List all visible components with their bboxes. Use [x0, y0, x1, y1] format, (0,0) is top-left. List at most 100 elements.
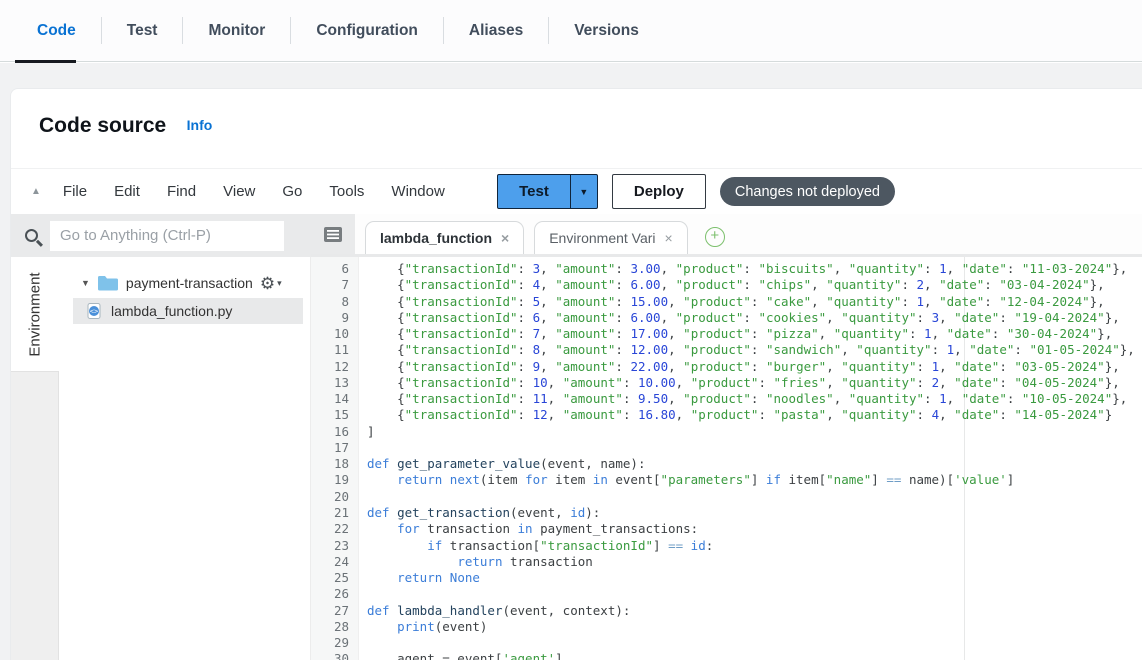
menu-edit[interactable]: Edit [114, 183, 140, 200]
python-file-icon: <> [87, 303, 102, 319]
code-line: 28 print(event) [311, 619, 1142, 635]
code-line: 13 {"transactionId": 10, "amount": 10.00… [311, 375, 1142, 391]
line-content: return next(item for item in event["para… [359, 472, 1014, 488]
code-line: 29 [311, 635, 1142, 651]
workspace: Environment ▼ payment-transaction ⚙ ▾ [11, 257, 1142, 660]
line-content: {"transactionId": 6, "amount": 6.00, "pr… [359, 310, 1120, 326]
line-content [359, 440, 367, 456]
code-line: 14 {"transactionId": 11, "amount": 9.50,… [311, 391, 1142, 407]
gear-icon: ⚙ [260, 275, 275, 292]
line-content: {"transactionId": 8, "amount": 12.00, "p… [359, 342, 1135, 358]
line-content: if transaction["transactionId"] == id: [359, 538, 713, 554]
environment-tab-label: Environment [27, 272, 44, 356]
menu-file[interactable]: File [63, 183, 87, 200]
nav-tab-code[interactable]: Code [12, 0, 101, 62]
menu-view[interactable]: View [223, 183, 255, 200]
line-number: 25 [311, 570, 359, 586]
line-content [359, 635, 367, 651]
line-number: 13 [311, 375, 359, 391]
line-content: {"transactionId": 9, "amount": 22.00, "p… [359, 359, 1120, 375]
menu-bar: File Edit Find View Go Tools Window [63, 183, 445, 200]
folder-name: payment-transaction [126, 275, 258, 291]
line-number: 28 [311, 619, 359, 635]
line-number: 18 [311, 456, 359, 472]
editor-tab-label: lambda_function [380, 230, 492, 246]
line-number: 20 [311, 489, 359, 505]
editor-tabs: lambda_function × Environment Vari × [355, 221, 688, 254]
code-line: 22 for transaction in payment_transactio… [311, 521, 1142, 537]
tree-settings-button[interactable]: ⚙ ▾ [260, 275, 282, 292]
code-line: 17 [311, 440, 1142, 456]
code-line: 21def get_transaction(event, id): [311, 505, 1142, 521]
info-link[interactable]: Info [187, 117, 213, 133]
line-number: 19 [311, 472, 359, 488]
search-input[interactable] [50, 221, 284, 251]
close-tab-icon[interactable]: × [665, 230, 673, 246]
folder-row[interactable]: ▼ payment-transaction ⚙ ▾ [81, 271, 302, 295]
line-content: for transaction in payment_transactions: [359, 521, 698, 537]
line-content: def get_parameter_value(event, name): [359, 456, 645, 472]
editor-tab-environment-vari[interactable]: Environment Vari × [534, 221, 688, 254]
toolbar-actions: Test ▼ Deploy Changes not deployed [497, 174, 895, 209]
close-tab-icon[interactable]: × [501, 230, 509, 246]
line-number: 27 [311, 603, 359, 619]
code-line: 18def get_parameter_value(event, name): [311, 456, 1142, 472]
line-number: 6 [311, 261, 359, 277]
line-number: 9 [311, 310, 359, 326]
line-content: {"transactionId": 5, "amount": 15.00, "p… [359, 294, 1105, 310]
svg-text:<>: <> [90, 307, 98, 315]
left-rail: Environment [11, 257, 59, 660]
line-number: 10 [311, 326, 359, 342]
search-icon [25, 229, 38, 242]
nav-tab-versions[interactable]: Versions [549, 0, 664, 62]
test-dropdown-caret-icon[interactable]: ▼ [570, 175, 597, 208]
line-number: 14 [311, 391, 359, 407]
line-number: 12 [311, 359, 359, 375]
line-content: def get_transaction(event, id): [359, 505, 600, 521]
status-badge: Changes not deployed [720, 177, 895, 206]
line-number: 15 [311, 407, 359, 423]
line-content: def lambda_handler(event, context): [359, 603, 630, 619]
page-title: Code source [39, 114, 166, 138]
line-content: {"transactionId": 7, "amount": 17.00, "p… [359, 326, 1112, 342]
tab-list-button[interactable] [311, 214, 355, 254]
line-number: 23 [311, 538, 359, 554]
code-line: 16] [311, 424, 1142, 440]
menu-go[interactable]: Go [282, 183, 302, 200]
file-row-selected[interactable]: <> lambda_function.py [73, 298, 303, 324]
nav-tab-monitor[interactable]: Monitor [183, 0, 290, 62]
code-editor[interactable]: 6 {"transactionId": 3, "amount": 3.00, "… [311, 257, 1142, 660]
menu-tools[interactable]: Tools [329, 183, 364, 200]
nav-tab-configuration[interactable]: Configuration [291, 0, 443, 62]
environment-tab[interactable]: Environment [11, 257, 59, 371]
line-number: 11 [311, 342, 359, 358]
new-tab-button[interactable]: + [705, 227, 725, 247]
editor-tab-label: Environment Vari [549, 230, 655, 246]
nav-tab-test[interactable]: Test [102, 0, 183, 62]
line-number: 21 [311, 505, 359, 521]
line-content: {"transactionId": 4, "amount": 6.00, "pr… [359, 277, 1105, 293]
line-content: agent = event['agent'] [359, 651, 563, 660]
code-line: 9 {"transactionId": 6, "amount": 6.00, "… [311, 310, 1142, 326]
deploy-button[interactable]: Deploy [612, 174, 706, 209]
left-rail-background [11, 371, 59, 660]
function-nav-tabs: CodeTestMonitorConfigurationAliasesVersi… [0, 0, 1142, 62]
code-line: 26 [311, 586, 1142, 602]
code-line: 24 return transaction [311, 554, 1142, 570]
line-content: return transaction [359, 554, 593, 570]
test-button[interactable]: Test [498, 175, 570, 208]
line-number: 30 [311, 651, 359, 660]
code-line: 27def lambda_handler(event, context): [311, 603, 1142, 619]
editor-tab-lambda_function[interactable]: lambda_function × [365, 221, 524, 254]
line-number: 29 [311, 635, 359, 651]
menu-window[interactable]: Window [391, 183, 444, 200]
go-to-anything-bar [11, 214, 311, 257]
code-line: 10 {"transactionId": 7, "amount": 17.00,… [311, 326, 1142, 342]
line-number: 17 [311, 440, 359, 456]
nav-tab-aliases[interactable]: Aliases [444, 0, 548, 62]
code-source-panel: Code source Info ▲ File Edit Find View Go Too… [10, 88, 1142, 660]
test-split-button[interactable]: Test ▼ [497, 174, 598, 209]
collapse-toolbar-icon[interactable]: ▲ [31, 186, 41, 197]
folder-disclosure-icon[interactable]: ▼ [81, 278, 90, 288]
menu-find[interactable]: Find [167, 183, 196, 200]
